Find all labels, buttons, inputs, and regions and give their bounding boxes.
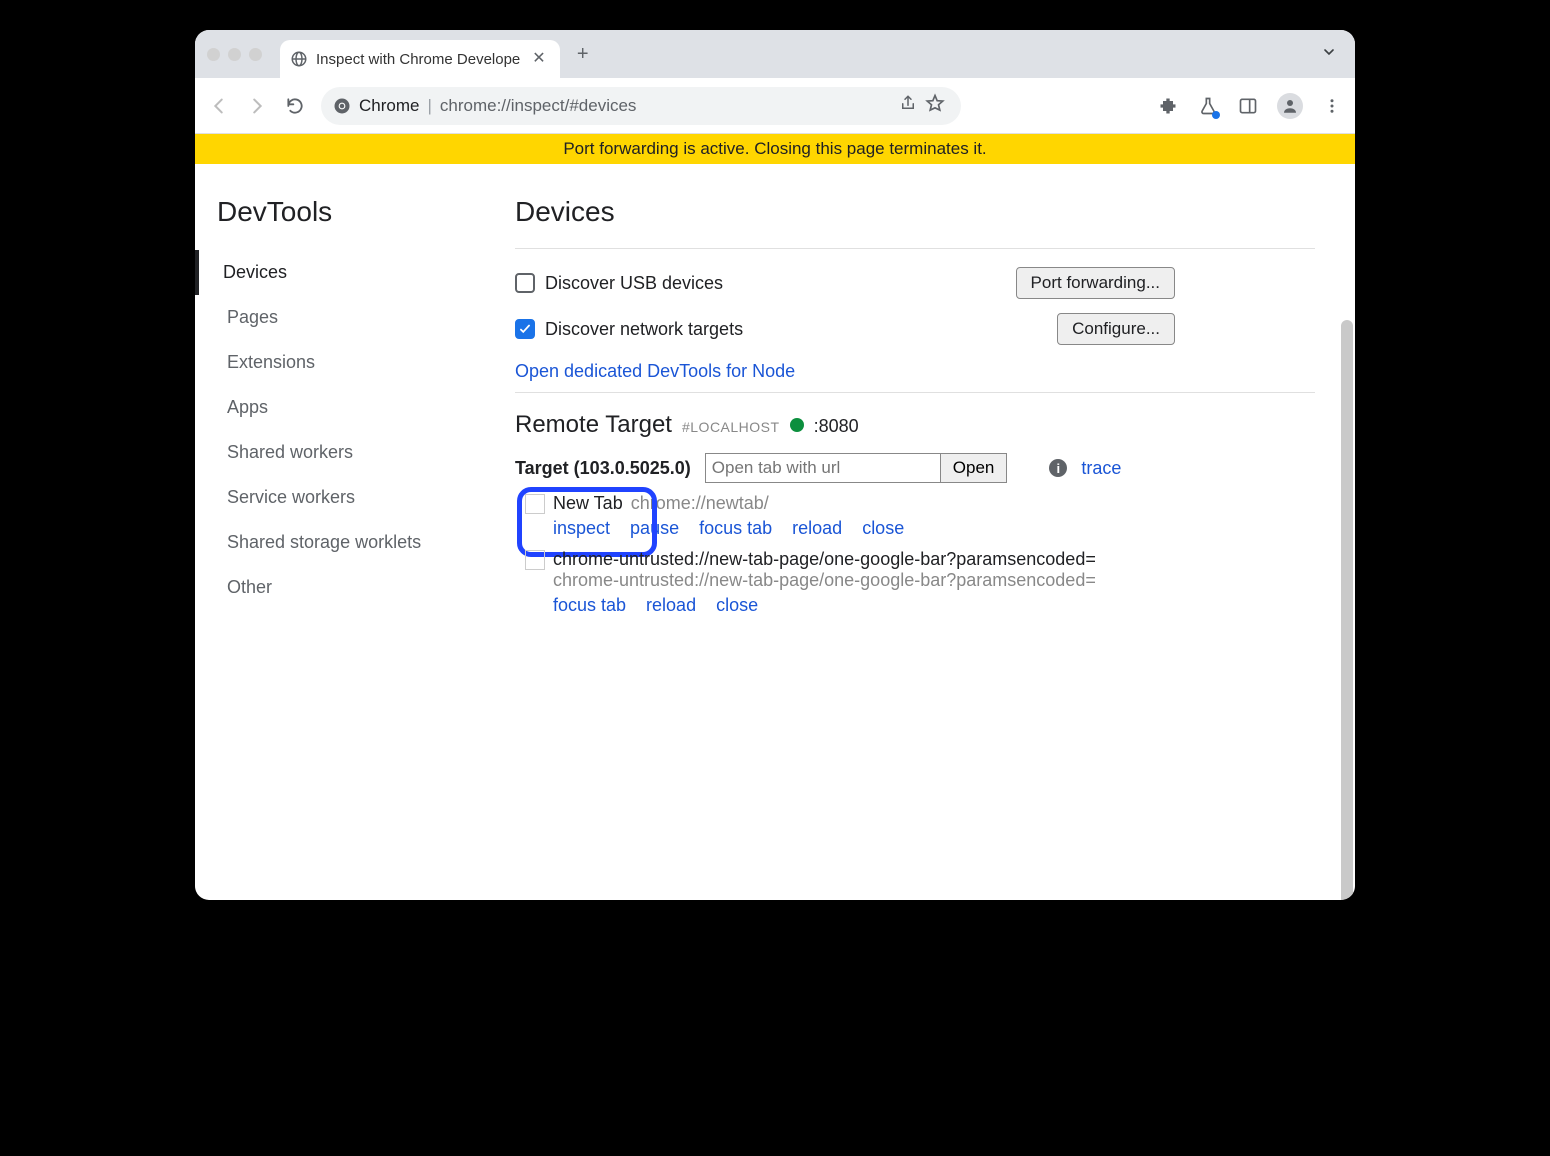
page-content: Port forwarding is active. Closing this …	[195, 134, 1355, 900]
target-url: chrome://newtab/	[631, 493, 769, 514]
discover-usb-checkbox[interactable]	[515, 273, 535, 293]
port-forwarding-button[interactable]: Port forwarding...	[1016, 267, 1175, 299]
back-button[interactable]	[207, 94, 231, 118]
new-tab-button[interactable]: +	[568, 39, 598, 69]
window-controls	[207, 48, 262, 61]
target-item: New Tab chrome://newtab/inspect pause focus…	[515, 493, 1315, 539]
info-icon[interactable]: i	[1049, 459, 1067, 477]
target-controls-row: Target (103.0.5025.0) Open i trace	[515, 453, 1315, 483]
omnibox-divider: |	[427, 96, 431, 116]
discover-network-checkbox[interactable]	[515, 319, 535, 339]
discover-usb-row: Discover USB devices Port forwarding...	[515, 267, 1315, 299]
target-action-focus-tab[interactable]: focus tab	[699, 518, 772, 539]
favicon-placeholder-icon	[525, 550, 545, 570]
browser-window: Inspect with Chrome Develope ✕ + Chrome …	[195, 30, 1355, 900]
remote-target-sub: #LOCALHOST	[682, 419, 780, 435]
menu-dots-icon[interactable]	[1321, 95, 1343, 117]
address-bar[interactable]: Chrome | chrome://inspect/#devices	[321, 87, 961, 125]
target-url: chrome-untrusted://new-tab-page/one-goog…	[553, 570, 1096, 591]
labs-icon[interactable]	[1197, 95, 1219, 117]
discover-usb-label: Discover USB devices	[545, 273, 723, 294]
open-tab-button[interactable]: Open	[940, 453, 1008, 483]
tab-strip: Inspect with Chrome Develope ✕ +	[195, 30, 1355, 78]
sidebar-item-shared-workers[interactable]: Shared workers	[217, 430, 495, 475]
scrollbar[interactable]	[1341, 320, 1353, 900]
trace-link[interactable]: trace	[1081, 458, 1121, 479]
forward-button[interactable]	[245, 94, 269, 118]
browser-toolbar: Chrome | chrome://inspect/#devices	[195, 78, 1355, 134]
target-action-pause[interactable]: pause	[630, 518, 679, 539]
configure-button[interactable]: Configure...	[1057, 313, 1175, 345]
sidebar-item-devices[interactable]: Devices	[195, 250, 495, 295]
sidebar-item-apps[interactable]: Apps	[217, 385, 495, 430]
share-icon[interactable]	[899, 94, 917, 117]
extensions-icon[interactable]	[1157, 95, 1179, 117]
sidebar: DevTools DevicesPagesExtensionsAppsShare…	[195, 164, 495, 656]
panel-heading: Devices	[515, 196, 1315, 228]
reload-button[interactable]	[283, 94, 307, 118]
target-name: New Tab	[553, 493, 623, 514]
open-tab-url-input[interactable]	[705, 453, 945, 483]
port-forwarding-banner: Port forwarding is active. Closing this …	[195, 134, 1355, 164]
omnibox-chip: Chrome	[359, 96, 419, 116]
main-panel: Devices Discover USB devices Port forwar…	[495, 164, 1355, 656]
minimize-window-dot[interactable]	[228, 48, 241, 61]
target-action-inspect[interactable]: inspect	[553, 518, 610, 539]
maximize-window-dot[interactable]	[249, 48, 262, 61]
tab-title: Inspect with Chrome Develope	[316, 51, 520, 68]
status-dot-icon	[790, 418, 804, 432]
sidebar-item-other[interactable]: Other	[217, 565, 495, 610]
close-window-dot[interactable]	[207, 48, 220, 61]
target-action-reload[interactable]: reload	[646, 595, 696, 616]
omnibox-url: chrome://inspect/#devices	[440, 96, 637, 116]
close-tab-icon[interactable]: ✕	[528, 47, 549, 71]
sidebar-item-service-workers[interactable]: Service workers	[217, 475, 495, 520]
sidebar-item-extensions[interactable]: Extensions	[217, 340, 495, 385]
target-name: chrome-untrusted://new-tab-page/one-goog…	[553, 549, 1096, 570]
sidebar-item-pages[interactable]: Pages	[217, 295, 495, 340]
tabs-dropdown-icon[interactable]	[1315, 38, 1343, 71]
remote-target-heading: Remote Target #LOCALHOST :8080	[515, 411, 1315, 439]
sidebar-item-shared-storage-worklets[interactable]: Shared storage worklets	[217, 520, 495, 565]
side-panel-icon[interactable]	[1237, 95, 1259, 117]
target-action-reload[interactable]: reload	[792, 518, 842, 539]
target-action-close[interactable]: close	[716, 595, 758, 616]
chrome-icon	[333, 97, 351, 115]
target-action-focus-tab[interactable]: focus tab	[553, 595, 626, 616]
favicon-placeholder-icon	[525, 494, 545, 514]
target-version-label: Target (103.0.5025.0)	[515, 458, 691, 479]
remote-target-title: Remote Target	[515, 411, 672, 439]
browser-tab[interactable]: Inspect with Chrome Develope ✕	[280, 40, 560, 78]
discover-network-row: Discover network targets Configure...	[515, 313, 1315, 345]
bookmark-star-icon[interactable]	[925, 93, 945, 118]
sidebar-heading: DevTools	[217, 196, 495, 228]
globe-icon	[290, 50, 308, 68]
target-item: chrome-untrusted://new-tab-page/one-goog…	[515, 549, 1315, 616]
target-action-close[interactable]: close	[862, 518, 904, 539]
remote-target-port: :8080	[814, 416, 859, 437]
node-devtools-link[interactable]: Open dedicated DevTools for Node	[515, 361, 795, 381]
profile-avatar[interactable]	[1277, 93, 1303, 119]
discover-network-label: Discover network targets	[545, 319, 743, 340]
